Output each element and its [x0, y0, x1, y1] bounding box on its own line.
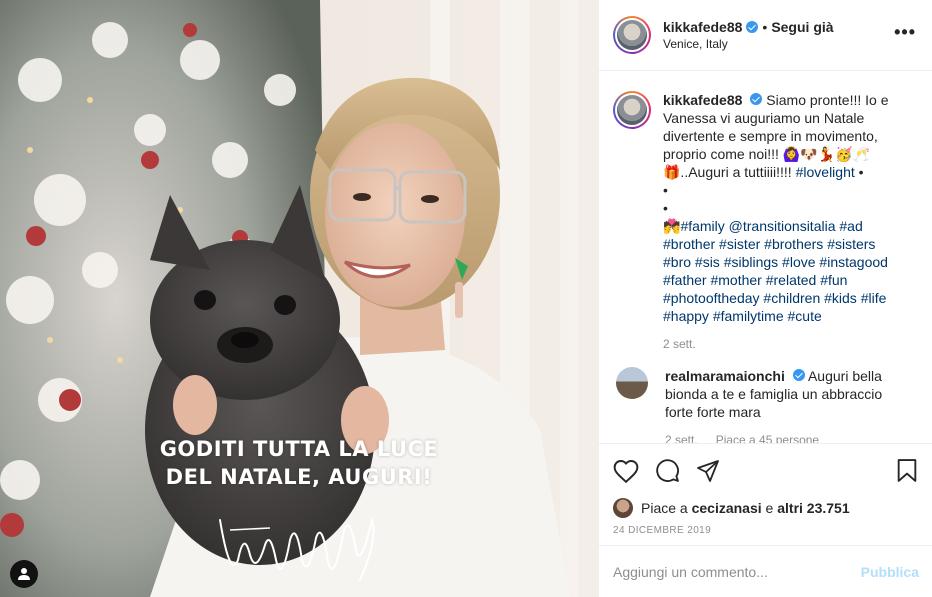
- verified-badge-icon: [792, 369, 805, 381]
- caption-hashtags[interactable]: #family @transitionsitalia #ad #brother …: [663, 218, 888, 324]
- likes-others-count[interactable]: altri 23.751: [777, 500, 849, 516]
- comment-time[interactable]: 2 sett.: [665, 431, 698, 443]
- post-side-panel: kikkafede88 • Segui già Venice, Italy ••…: [598, 0, 932, 597]
- comment-likes[interactable]: Piace a 45 persone: [716, 431, 819, 443]
- comment-item: realmaramaionchi Auguri bella bionda a t…: [613, 367, 916, 443]
- caption-username[interactable]: kikkafede88: [663, 92, 742, 108]
- instagram-post: GODITI TUTTA LA LUCE DEL NATALE, AUGURI!…: [0, 0, 932, 597]
- caption-bullet-2: •: [663, 182, 668, 198]
- post-date[interactable]: 24 DICEMBRE 2019: [599, 519, 932, 545]
- caption-emoji: 💏: [663, 218, 681, 234]
- add-comment-bar: Pubblica: [599, 545, 932, 597]
- post-header: kikkafede88 • Segui già Venice, Italy ••…: [599, 0, 932, 71]
- publish-button[interactable]: Pubblica: [861, 564, 919, 580]
- overlay-text-line-2: DEL NATALE, AUGURI!: [165, 465, 433, 489]
- likes-middle: e: [765, 500, 774, 516]
- hashtag-lovelight[interactable]: #lovelight: [796, 164, 855, 180]
- header-dot: •: [762, 19, 768, 35]
- post-location[interactable]: Venice, Italy: [663, 37, 834, 51]
- comment-input[interactable]: [613, 563, 861, 580]
- commenter-avatar[interactable]: [616, 367, 648, 399]
- handwritten-signature: [219, 516, 375, 581]
- save-bookmark-icon[interactable]: [896, 458, 918, 486]
- liker-username[interactable]: cecizanasi: [692, 500, 762, 516]
- caption-bullet-1: •: [854, 164, 864, 180]
- tagged-users-button[interactable]: [10, 560, 38, 588]
- overlay-text-line-1: GODITI TUTTA LA LUCE: [159, 437, 439, 461]
- author-username[interactable]: kikkafede88: [663, 19, 742, 35]
- likes-prefix: Piace a: [641, 500, 688, 516]
- caption-author-avatar[interactable]: [613, 91, 651, 129]
- post-image[interactable]: GODITI TUTTA LA LUCE DEL NATALE, AUGURI!: [0, 0, 598, 597]
- likes-summary[interactable]: Piace a cecizanasi e altri 23.751: [599, 497, 932, 519]
- caption-text-2: 🎁..Auguri a tuttiiii!!!!: [663, 164, 796, 180]
- comments-section[interactable]: kikkafede88 Siamo pronte!!! Io e Vanessa…: [599, 71, 932, 443]
- person-icon: [18, 568, 30, 580]
- commenter-username[interactable]: realmaramaionchi: [665, 368, 785, 384]
- liker-avatar[interactable]: [613, 498, 633, 518]
- caption-bullet-3: •: [663, 200, 668, 216]
- share-direct-icon[interactable]: [696, 459, 720, 483]
- like-heart-icon[interactable]: [613, 459, 639, 483]
- following-button[interactable]: Segui già: [771, 19, 833, 35]
- verified-badge-icon: [750, 93, 763, 105]
- author-avatar[interactable]: [613, 16, 651, 54]
- caption: kikkafede88 Siamo pronte!!! Io e Vanessa…: [613, 91, 916, 367]
- verified-badge-icon: [746, 21, 759, 33]
- caption-time[interactable]: 2 sett.: [663, 335, 901, 353]
- more-options-icon[interactable]: •••: [894, 23, 916, 41]
- post-actions: [599, 443, 932, 497]
- comment-bubble-icon[interactable]: [655, 458, 680, 483]
